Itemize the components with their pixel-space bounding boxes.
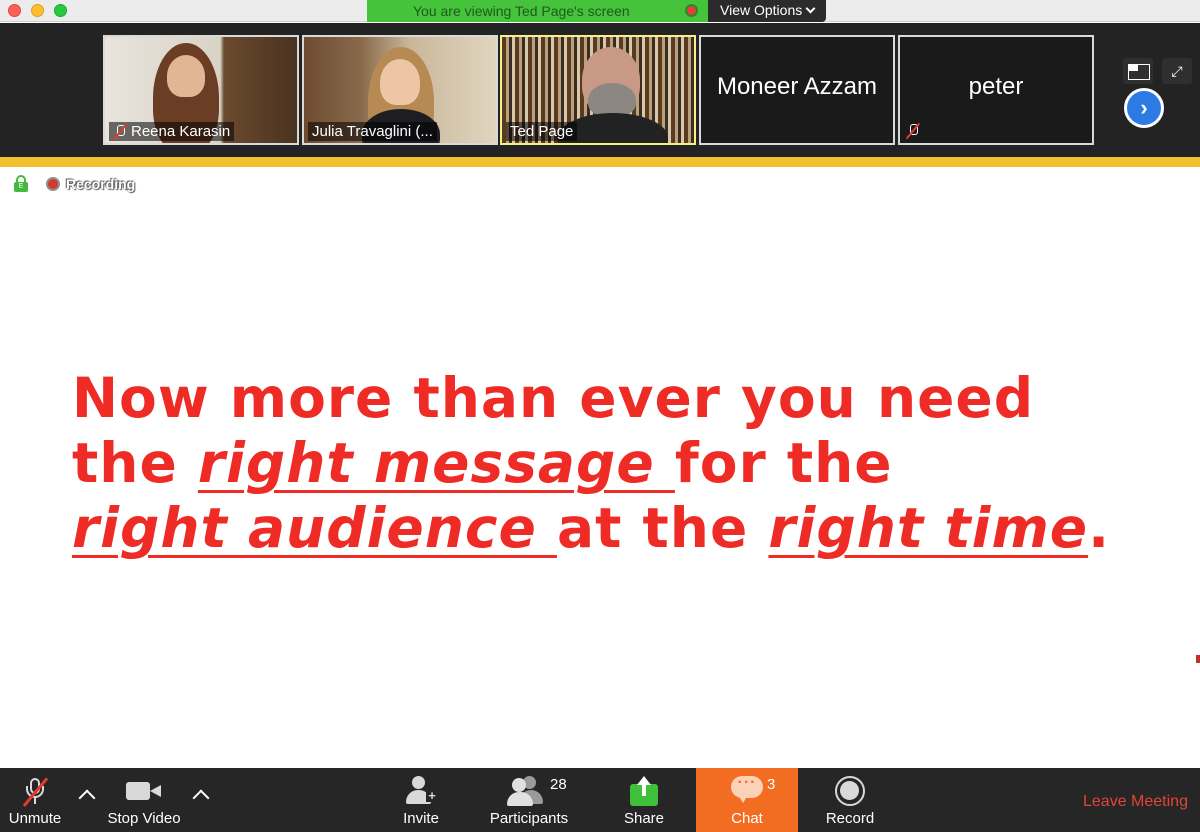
share-label: Share	[623, 810, 665, 827]
slide-line-3: right audience at the right time.	[72, 496, 1122, 561]
close-window-button[interactable]	[8, 4, 21, 17]
invite-button[interactable]: + Invite	[398, 768, 444, 832]
muted-microphone-icon	[22, 776, 48, 808]
shared-slide-text: Now more than ever you need the right me…	[72, 366, 1122, 561]
stop-video-label: Stop Video	[107, 810, 181, 827]
participant-tile-reena-karasin[interactable]: Reena Karasin	[103, 35, 299, 145]
fullscreen-icon[interactable]: ⤢	[1162, 58, 1192, 84]
participant-name: Moneer Azzam	[716, 73, 878, 100]
zoom-meeting-window: You are viewing Ted Page's screen View O…	[0, 0, 1200, 832]
muted-mic-icon	[113, 124, 127, 140]
chat-bubble-icon: ···	[731, 775, 763, 804]
next-page-arrow-icon[interactable]: ›	[1124, 88, 1164, 128]
chat-unread-badge: 3	[767, 776, 776, 793]
participants-count: 28	[550, 776, 567, 793]
record-icon	[835, 776, 865, 806]
record-label: Record	[825, 810, 875, 827]
slide-line-2: the right message for the	[72, 431, 1122, 496]
participant-tile-peter[interactable]: peter	[898, 35, 1094, 145]
unmute-button[interactable]: Unmute	[0, 768, 70, 832]
participant-tile-ted-page[interactable]: Ted Page	[500, 35, 696, 145]
slide-emphasis-right-message: right message	[197, 431, 675, 495]
participant-name: Reena Karasin	[131, 123, 231, 140]
speaker-view-icon[interactable]	[1123, 58, 1153, 84]
share-screen-icon	[629, 776, 659, 806]
title-bar: You are viewing Ted Page's screen View O…	[0, 0, 1200, 22]
lock-body: E	[14, 182, 28, 192]
add-person-icon: +	[406, 776, 438, 804]
record-button[interactable]: Record	[822, 768, 878, 832]
video-camera-icon	[126, 780, 162, 802]
stop-video-button[interactable]: Stop Video	[104, 768, 184, 832]
muted-mic-icon	[906, 123, 920, 139]
participant-tile-moneer-azzam[interactable]: Moneer Azzam	[699, 35, 895, 145]
edge-marker	[1196, 655, 1200, 663]
slide-text-segment: at the	[556, 496, 769, 560]
video-options-chevron-icon[interactable]	[192, 789, 210, 807]
participant-face	[380, 59, 420, 105]
slide-line-1: Now more than ever you need	[72, 366, 1035, 430]
recording-dot-icon	[46, 177, 60, 191]
chevron-down-icon	[805, 3, 816, 14]
screen-share-border	[0, 157, 1200, 167]
share-banner-text: You are viewing Ted Page's screen	[413, 3, 630, 19]
participants-label: Participants	[489, 810, 569, 827]
share-screen-button[interactable]: Share	[620, 768, 668, 832]
meeting-toolbar: Unmute Stop Video + Invite 28 Participan…	[0, 768, 1200, 832]
participant-name-tag: Julia Travaglini (...	[308, 122, 437, 141]
video-strip: Reena Karasin Julia Travaglini (... Ted …	[0, 23, 1200, 157]
maximize-window-button[interactable]	[54, 4, 67, 17]
slide-text-segment: for the	[674, 431, 893, 495]
chat-button[interactable]: ··· 3 Chat	[696, 768, 798, 832]
view-options-button[interactable]: View Options	[708, 0, 826, 22]
participant-name-tag: Reena Karasin	[109, 122, 235, 141]
recording-indicator: Recording	[46, 176, 135, 192]
participant-name: Ted Page	[510, 123, 574, 140]
participant-face	[167, 55, 205, 97]
slide-emphasis-right-audience: right audience	[72, 496, 557, 560]
encryption-lock-icon[interactable]: E	[14, 175, 28, 192]
leave-meeting-button[interactable]: Leave Meeting	[1083, 793, 1188, 811]
chat-label: Chat	[731, 810, 763, 827]
unmute-label: Unmute	[8, 810, 62, 827]
minimize-window-button[interactable]	[31, 4, 44, 17]
invite-label: Invite	[403, 810, 439, 827]
participant-beard	[588, 83, 636, 117]
slide-text-segment: .	[1088, 496, 1111, 560]
share-status-icon	[685, 4, 698, 17]
slide-text-segment: the	[72, 431, 198, 495]
screen-share-banner: You are viewing Ted Page's screen	[367, 0, 708, 22]
slide-emphasis-right-time: right time	[768, 496, 1089, 560]
participant-tile-julia-travaglini[interactable]: Julia Travaglini (...	[302, 35, 498, 145]
participant-name-tag: Ted Page	[506, 122, 578, 141]
recording-label: Recording	[66, 176, 136, 192]
participant-name: Julia Travaglini (...	[312, 123, 433, 140]
view-options-label: View Options	[720, 2, 803, 18]
participants-button[interactable]: 28 Participants	[488, 768, 570, 832]
audio-options-chevron-icon[interactable]	[78, 789, 96, 807]
participant-name: peter	[968, 73, 1024, 100]
participants-icon	[507, 776, 545, 806]
